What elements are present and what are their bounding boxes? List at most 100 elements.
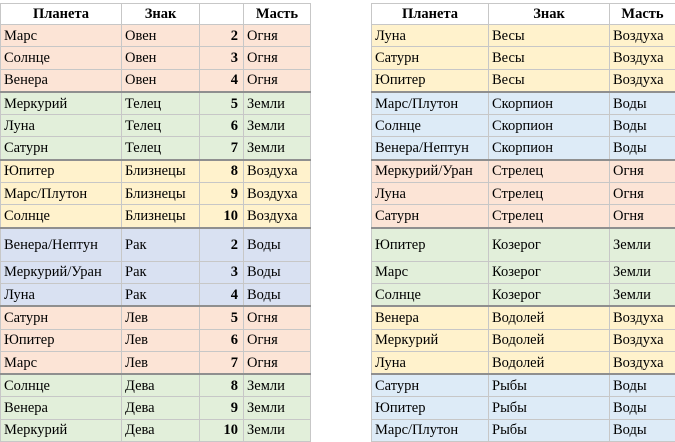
- sign-cell: Стрелец: [489, 205, 610, 228]
- suit-cell: Воды: [610, 397, 675, 419]
- planet-cell: Меркурий: [1, 92, 122, 115]
- sign-cell: Лев: [122, 351, 200, 374]
- sign-cell: Рыбы: [489, 419, 610, 441]
- planet-cell: Луна: [372, 25, 489, 47]
- number-cell: 7: [200, 137, 244, 160]
- sign-cell: Телец: [122, 92, 200, 115]
- header-suit: Масть: [244, 4, 311, 25]
- planet-cell: Марс/Плутон: [1, 183, 122, 205]
- sign-cell: Водолей: [489, 306, 610, 329]
- suit-cell: Воздуха: [610, 69, 675, 92]
- suit-cell: Земли: [244, 137, 311, 160]
- suit-cell: Воды: [610, 137, 675, 160]
- table-row: СатурнРыбы8Воды: [372, 374, 675, 397]
- table-row: ВенераВодолей5Воздуха: [372, 306, 675, 329]
- sign-cell: Водолей: [489, 351, 610, 374]
- planet-cell: Юпитер: [1, 160, 122, 183]
- suit-cell: Воздуха: [244, 183, 311, 205]
- planet-cell: Меркурий: [1, 419, 122, 441]
- table-row: ЛунаСтрелец9Огня: [372, 183, 675, 205]
- planet-cell: Юпитер: [1, 329, 122, 351]
- number-cell: 7: [200, 351, 244, 374]
- suit-cell: Земли: [610, 261, 675, 283]
- suit-cell: Огня: [244, 351, 311, 374]
- suit-cell: Огня: [244, 306, 311, 329]
- table-row: СатурнЛев5Огня: [1, 306, 311, 329]
- suit-cell: Земли: [244, 419, 311, 441]
- table-row: СолнцеБлизнецы10Воздуха: [1, 205, 311, 228]
- sign-cell: Весы: [489, 69, 610, 92]
- sign-cell: Дева: [122, 374, 200, 397]
- table-row: СатурнТелец7Земли: [1, 137, 311, 160]
- table-row: СолнцеКозерог4Земли: [372, 283, 675, 306]
- suit-cell: Земли: [244, 374, 311, 397]
- number-cell: 4: [200, 283, 244, 306]
- suit-cell: Воды: [610, 115, 675, 137]
- planet-cell: Меркурий: [372, 329, 489, 351]
- sign-cell: Козерог: [489, 283, 610, 306]
- number-cell: 2: [200, 25, 244, 47]
- suit-cell: Огня: [610, 160, 675, 183]
- suit-cell: Земли: [610, 283, 675, 306]
- planet-cell: Венера: [1, 69, 122, 92]
- suit-cell: Воды: [244, 228, 311, 262]
- number-cell: 2: [200, 228, 244, 262]
- sign-cell: Дева: [122, 397, 200, 419]
- sign-cell: Овен: [122, 47, 200, 69]
- suit-cell: Воды: [244, 261, 311, 283]
- table-row: МарсЛев7Огня: [1, 351, 311, 374]
- number-cell: 10: [200, 205, 244, 228]
- sign-cell: Близнецы: [122, 205, 200, 228]
- suit-cell: Земли: [610, 228, 675, 262]
- header-sign: Знак: [122, 4, 200, 25]
- table-row: МарсКозерог3Земли: [372, 261, 675, 283]
- header-suit: Масть: [610, 4, 675, 25]
- number-cell: 5: [200, 306, 244, 329]
- sign-cell: Рыбы: [489, 397, 610, 419]
- header-planet: Планета: [372, 4, 489, 25]
- sign-cell: Рак: [122, 228, 200, 262]
- suit-cell: Огня: [610, 205, 675, 228]
- left-table: Планета Знак Масть МарсОвен2ОгняСолнцеОв…: [0, 3, 311, 442]
- number-cell: 5: [200, 92, 244, 115]
- planet-cell: Марс: [1, 351, 122, 374]
- suit-cell: Огня: [244, 329, 311, 351]
- suit-cell: Воды: [610, 92, 675, 115]
- number-cell: 9: [200, 397, 244, 419]
- table-row: СатурнВесы3Воздуха: [372, 47, 675, 69]
- suit-cell: Воздуха: [244, 160, 311, 183]
- planet-cell: Сатурн: [1, 306, 122, 329]
- suit-cell: Огня: [244, 47, 311, 69]
- sign-cell: Козерог: [489, 228, 610, 262]
- planet-cell: Меркурий/Уран: [1, 261, 122, 283]
- header-number: [200, 4, 244, 25]
- sign-cell: Скорпион: [489, 92, 610, 115]
- table-row: МарсОвен2Огня: [1, 25, 311, 47]
- number-cell: 4: [200, 69, 244, 92]
- sign-cell: Рыбы: [489, 374, 610, 397]
- sign-cell: Стрелец: [489, 183, 610, 205]
- sign-cell: Козерог: [489, 261, 610, 283]
- table-row: ЮпитерБлизнецы8Воздуха: [1, 160, 311, 183]
- sign-cell: Водолей: [489, 329, 610, 351]
- planet-cell: Луна: [372, 351, 489, 374]
- table-row: СолнцеДева8Земли: [1, 374, 311, 397]
- planet-cell: Юпитер: [372, 228, 489, 262]
- planet-cell: Юпитер: [372, 397, 489, 419]
- table-row: ВенераДева9Земли: [1, 397, 311, 419]
- suit-cell: Земли: [244, 115, 311, 137]
- sign-cell: Скорпион: [489, 115, 610, 137]
- sign-cell: Рак: [122, 261, 200, 283]
- table-row: ЮпитерКозерог2Земли: [372, 228, 675, 262]
- table-row: ЮпитерРыбы9Воды: [372, 397, 675, 419]
- suit-cell: Земли: [244, 397, 311, 419]
- number-cell: 3: [200, 47, 244, 69]
- suit-cell: Воздуха: [610, 25, 675, 47]
- number-cell: 8: [200, 160, 244, 183]
- sign-cell: Лев: [122, 329, 200, 351]
- planet-cell: Луна: [1, 115, 122, 137]
- table-row: Марс/ПлутонСкорпион5Воды: [372, 92, 675, 115]
- planet-cell: Сатурн: [372, 205, 489, 228]
- header-row: Планета Знак Масть: [1, 4, 311, 25]
- table-row: ЛунаРак4Воды: [1, 283, 311, 306]
